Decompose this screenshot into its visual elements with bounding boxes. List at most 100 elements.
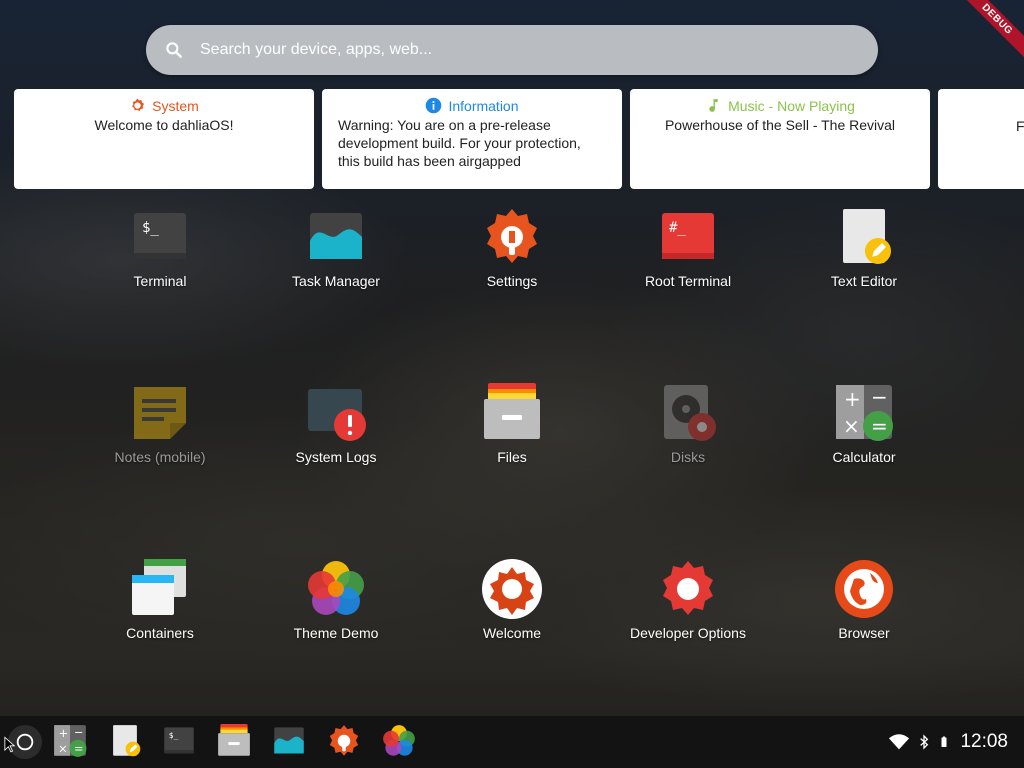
debug-banner: DEBUG <box>964 0 1024 60</box>
svg-text:−: − <box>74 725 84 739</box>
app-containers[interactable]: Containers <box>72 559 248 659</box>
app-label: Terminal <box>133 273 187 289</box>
svg-text:$_: $_ <box>169 731 179 740</box>
root-terminal-icon: #_ <box>658 207 718 267</box>
battery-icon <box>941 736 947 747</box>
music-note-icon <box>705 97 722 114</box>
app-files[interactable]: Files <box>424 383 600 483</box>
dock-text-editor[interactable] <box>108 724 142 758</box>
dock-task-manager[interactable] <box>272 724 306 758</box>
app-label: Welcome <box>482 625 542 641</box>
calculator-icon: +−× = <box>54 725 87 757</box>
notification-body: F <box>1016 118 1024 134</box>
terminal-icon: $_ <box>164 727 194 754</box>
app-label: System Logs <box>295 449 377 465</box>
calculator-icon: +−× = <box>834 383 894 443</box>
svg-text:×: × <box>58 741 68 755</box>
svg-text:+: + <box>844 387 861 411</box>
app-calculator[interactable]: + − × = Calculator <box>776 383 952 483</box>
welcome-icon <box>482 559 542 619</box>
notification-title: System <box>14 97 314 114</box>
notes-icon <box>130 383 190 443</box>
notification-card-information[interactable]: Information Warning: You are on a pre-re… <box>322 89 622 189</box>
app-label: Theme Demo <box>293 625 379 641</box>
notification-card-partial[interactable]: F <box>938 89 1024 189</box>
files-icon <box>482 383 542 443</box>
notification-title: Information <box>322 97 622 114</box>
search-icon <box>166 42 182 58</box>
notification-title-text: Music - Now Playing <box>728 97 855 114</box>
browser-icon <box>834 559 894 619</box>
search-bar[interactable] <box>146 25 878 75</box>
wifi-icon <box>889 734 910 750</box>
system-logs-icon <box>306 383 366 443</box>
app-task-manager[interactable]: Task Manager <box>248 207 424 307</box>
theme-demo-icon <box>383 725 415 756</box>
mouse-cursor-icon <box>4 736 16 753</box>
dock-calculator[interactable]: + − × = <box>53 724 87 758</box>
app-label: Settings <box>486 273 538 289</box>
notification-title: Music - Now Playing <box>630 97 930 114</box>
app-root-terminal[interactable]: #_ Root Terminal <box>600 207 776 307</box>
svg-text:+: + <box>59 726 68 740</box>
dock-terminal[interactable]: $_ <box>162 724 196 758</box>
clock: 12:08 <box>960 731 1008 752</box>
app-browser[interactable]: Browser <box>776 559 952 659</box>
app-settings[interactable]: Settings <box>424 207 600 307</box>
disks-icon <box>658 383 718 443</box>
app-label: Calculator <box>832 449 896 465</box>
app-notes-mobile[interactable]: Notes (mobile) <box>72 383 248 483</box>
notification-card-system[interactable]: System Welcome to dahliaOS! <box>14 89 314 189</box>
notification-cards: System Welcome to dahliaOS! Information … <box>0 89 1024 189</box>
text-editor-icon <box>834 207 894 267</box>
task-manager-icon <box>306 207 366 267</box>
svg-text:#_: #_ <box>669 220 686 236</box>
info-icon <box>425 97 442 114</box>
svg-text:=: = <box>871 414 888 438</box>
notification-body: Welcome to dahliaOS! <box>94 117 234 133</box>
circle-launcher-icon <box>16 733 34 751</box>
app-label: Text Editor <box>830 273 898 289</box>
svg-text:−: − <box>871 385 888 409</box>
search-input[interactable] <box>200 41 820 59</box>
app-label: Task Manager <box>292 273 380 289</box>
app-label: Notes (mobile) <box>114 449 206 465</box>
settings-icon <box>329 725 359 756</box>
dock-theme-demo[interactable] <box>382 724 416 758</box>
settings-icon <box>482 207 542 267</box>
app-label: Disks <box>670 449 706 465</box>
app-system-logs[interactable]: System Logs <box>248 383 424 483</box>
dock-files[interactable] <box>217 724 251 758</box>
svg-text:×: × <box>843 414 860 438</box>
notification-body: Warning: You are on a pre-release develo… <box>338 117 581 169</box>
app-label: Developer Options <box>630 625 746 641</box>
notification-title-text: System <box>152 97 199 114</box>
files-icon <box>218 724 250 756</box>
status-area[interactable]: 12:08 <box>888 716 1008 768</box>
terminal-icon: $_ <box>130 207 190 267</box>
debug-banner-label: DEBUG <box>964 0 1024 60</box>
dock-settings[interactable] <box>327 724 361 758</box>
task-manager-icon <box>274 727 304 754</box>
app-terminal[interactable]: $_ Terminal <box>72 207 248 307</box>
app-disks[interactable]: Disks <box>600 383 776 483</box>
text-editor-icon <box>113 725 141 757</box>
app-text-editor[interactable]: Text Editor <box>776 207 952 307</box>
svg-text:=: = <box>74 741 84 755</box>
app-label: Root Terminal <box>644 273 732 289</box>
containers-icon <box>130 559 190 619</box>
notification-body: Powerhouse of the Sell - The Revival <box>664 117 896 133</box>
app-developer-options[interactable]: Developer Options <box>600 559 776 659</box>
app-theme-demo[interactable]: Theme Demo <box>248 559 424 659</box>
taskbar: + − × = $_ 12:08 <box>0 716 1024 768</box>
theme-demo-icon <box>306 559 366 619</box>
app-label: Browser <box>838 625 890 641</box>
app-welcome[interactable]: Welcome <box>424 559 600 659</box>
svg-text:$_: $_ <box>142 220 159 236</box>
developer-options-icon <box>658 559 718 619</box>
app-label: Files <box>497 449 527 465</box>
notification-title-text: Information <box>448 97 519 114</box>
gear-icon <box>129 97 146 114</box>
notification-card-music[interactable]: Music - Now Playing Powerhouse of the Se… <box>630 89 930 189</box>
app-label: Containers <box>126 625 194 641</box>
